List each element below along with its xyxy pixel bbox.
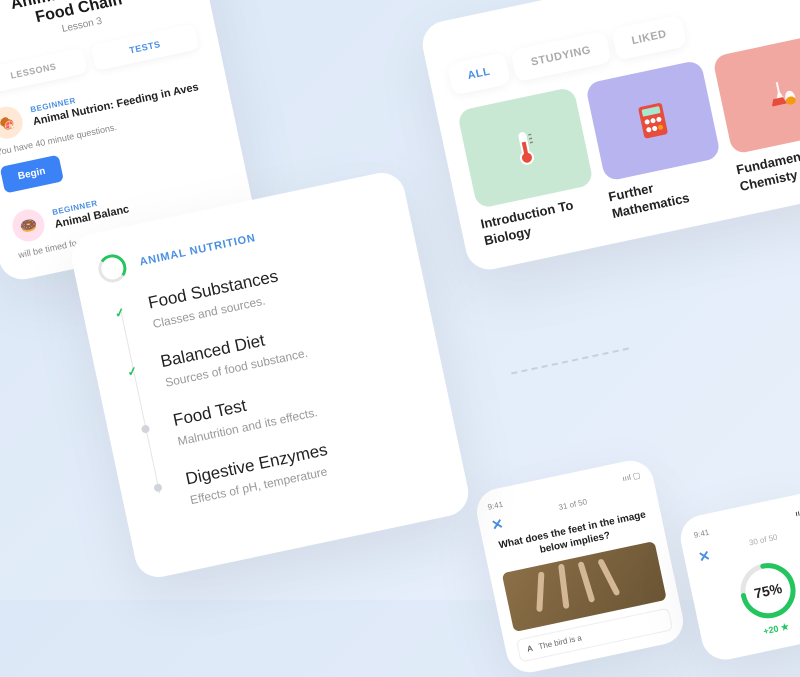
score-ring: 75% xyxy=(732,555,800,626)
close-icon[interactable]: ✕ xyxy=(490,515,505,534)
calculator-icon xyxy=(585,59,722,181)
tab-liked[interactable]: LIKED xyxy=(611,15,688,61)
dot-icon xyxy=(141,424,150,433)
score-percent: 75% xyxy=(732,555,800,626)
score-progress: 30 of 50 xyxy=(748,533,780,556)
check-icon: ✓ xyxy=(126,364,139,380)
quiz-progress: 31 of 50 xyxy=(558,497,590,520)
categories-screen: ıııl ALL STUDYING LIKED Introduction To … xyxy=(418,0,800,274)
close-icon[interactable]: ✕ xyxy=(697,547,712,566)
timeline-line xyxy=(120,308,160,494)
signal-icons: ıııl ▢ xyxy=(622,471,642,484)
thermometer-icon xyxy=(457,87,594,209)
score-screen: 9:41 ıııl ▢ ✕ 30 of 50 75% +20 ★ xyxy=(676,489,800,664)
connector-line xyxy=(511,348,629,375)
quiz-screen: 9:41 ıııl ▢ ✕ 31 of 50 What does the fee… xyxy=(473,456,688,676)
subject-card-chemistry[interactable]: Fundamentals of Chemisty xyxy=(712,32,800,195)
tab-lessons[interactable]: LESSONS xyxy=(0,47,88,94)
meat-icon: 🍖 xyxy=(0,104,26,142)
flask-icon xyxy=(712,32,800,154)
begin-button[interactable]: Begin xyxy=(0,155,64,194)
section-label: ANIMAL NUTRITION xyxy=(139,232,257,268)
topics-screen: ANIMAL NUTRITION ✓ Food Substances Class… xyxy=(67,168,472,581)
time-label: 9:41 xyxy=(693,528,710,540)
dot-icon xyxy=(153,483,162,492)
subject-card-biology[interactable]: Introduction To Biology xyxy=(457,87,603,250)
tab-studying[interactable]: STUDYING xyxy=(510,31,611,82)
signal-icons: ıııl ▢ xyxy=(794,506,800,519)
donut-icon: 🍩 xyxy=(9,206,47,244)
check-icon: ✓ xyxy=(113,305,126,321)
progress-ring-icon xyxy=(96,252,129,285)
subject-card-math[interactable]: Further Mathematics xyxy=(585,59,731,222)
tab-tests[interactable]: TESTS xyxy=(90,24,199,71)
tab-all[interactable]: ALL xyxy=(447,52,511,96)
time-label: 9:41 xyxy=(487,500,504,512)
topic-list: ✓ Food Substances Classes and sources. ✓… xyxy=(105,242,436,516)
